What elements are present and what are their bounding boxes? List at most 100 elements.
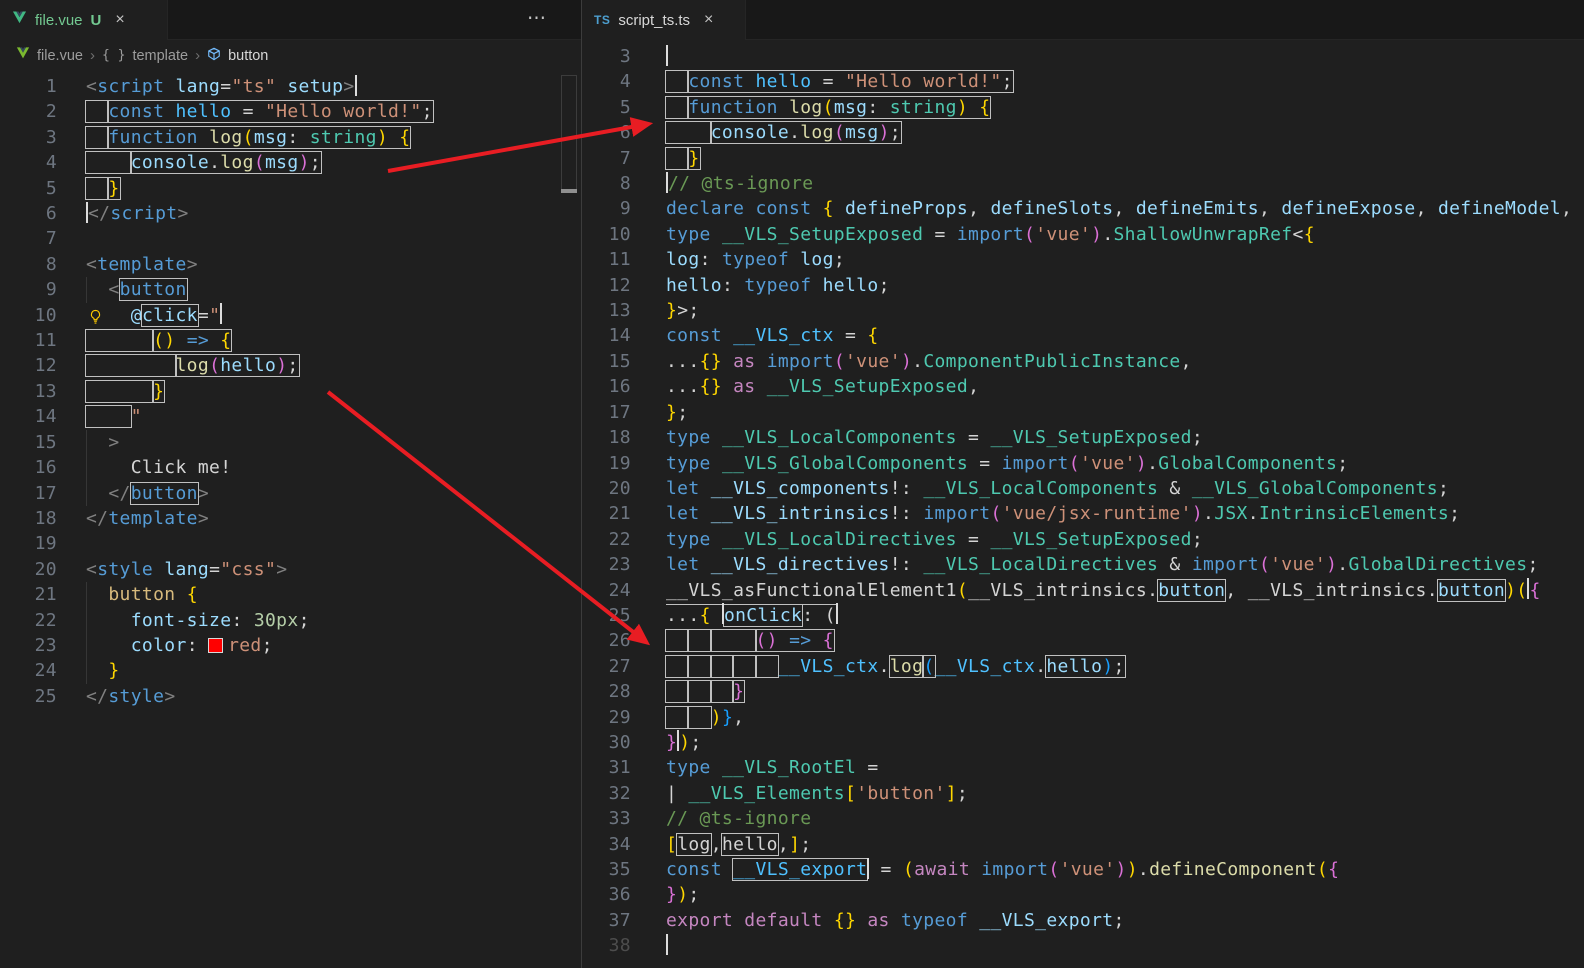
line-number: 14	[608, 325, 631, 347]
mapping-box: function log(msg: string) {	[687, 95, 992, 119]
mapping-box: button	[118, 278, 188, 302]
mapping-box: button	[1157, 578, 1227, 602]
line-number: 3	[619, 46, 631, 67]
mapping-box	[665, 121, 712, 145]
code-line: 25 ...{ onClick: (	[582, 603, 1584, 628]
line-number: 13	[608, 300, 631, 322]
code-content: >	[57, 429, 120, 456]
line-number: 4	[619, 71, 631, 93]
line-number: 6	[619, 122, 631, 144]
code-content: }	[57, 176, 121, 201]
code-content: @click="	[57, 303, 223, 328]
line-number: 11	[608, 249, 631, 271]
code-line: 12 log(hello);	[0, 353, 561, 378]
code-line: 12 hello: typeof hello;	[582, 273, 1584, 298]
mapping-box: (	[922, 654, 936, 678]
mapping-box: () => {	[754, 629, 835, 653]
line-number: 17	[608, 401, 631, 423]
code-line: 14 const __VLS_ctx = {	[582, 323, 1584, 348]
tab-title: script_ts.ts	[618, 11, 691, 29]
tab-script-ts[interactable]: TS script_ts.ts ×	[582, 0, 746, 40]
line-number: 33	[608, 808, 631, 830]
close-icon[interactable]: ×	[704, 11, 713, 29]
code-content: }	[57, 658, 120, 684]
breadcrumb-item-button[interactable]: button	[228, 48, 268, 64]
line-number: 1	[45, 76, 57, 97]
line-number: 19	[608, 452, 631, 474]
line-number: 23	[608, 554, 631, 576]
code-content: }	[631, 146, 701, 171]
code-line: 2 const hello = "Hello world!";	[0, 99, 561, 124]
code-line: 17};	[582, 400, 1584, 425]
mapping-box	[84, 100, 110, 124]
line-number: 7	[45, 228, 57, 250]
code-line: 13}>;	[582, 298, 1584, 323]
code-line: 20 <style lang="css">	[0, 557, 561, 582]
code-line: 1 <script lang="ts" setup>	[0, 74, 561, 99]
cursor	[666, 933, 668, 955]
line-number: 38	[608, 935, 631, 957]
code-line: 33 // @ts-ignore	[582, 806, 1584, 831]
mapping-box: hello);	[1045, 654, 1126, 678]
cursor	[666, 44, 668, 66]
line-number: 4	[45, 152, 57, 174]
chevron-right-icon: ›	[89, 47, 95, 64]
line-number: 37	[608, 909, 631, 931]
overview-ruler-decoration	[561, 75, 577, 193]
line-number: 34	[608, 833, 631, 855]
line-number: 18	[34, 507, 57, 529]
mapping-box	[664, 629, 690, 653]
line-number: 8	[45, 253, 57, 275]
line-number: 9	[619, 198, 631, 220]
code-content: const hello = "Hello world!";	[57, 99, 434, 124]
code-content: };	[666, 401, 689, 423]
code-line: 24 }	[0, 658, 561, 684]
line-number: 17	[34, 482, 57, 504]
line-number: 3	[45, 126, 57, 148]
cursor	[666, 171, 668, 193]
editor-file-vue[interactable]: 1 <script lang="ts" setup> 2 const hello =…	[0, 71, 561, 968]
line-number: 13	[34, 380, 57, 402]
code-content: font-size: 30px;	[57, 607, 310, 633]
line-number: 30	[608, 731, 631, 753]
line-number: 22	[608, 528, 631, 550]
code-line: 21 let __VLS_intrinsics!: import('vue/jsx…	[582, 501, 1584, 526]
breadcrumb-item-template[interactable]: template	[132, 48, 188, 64]
code-content: console.log(msg);	[631, 120, 902, 145]
code-line: 35 const __VLS_export = (await import('vu…	[582, 857, 1584, 882]
more-actions-icon[interactable]: ⋯	[527, 7, 547, 30]
code-content: | __VLS_Elements['button'];	[666, 782, 969, 804]
editor-script-ts[interactable]: 34 const hello = "Hello world!"; 5 functi…	[582, 40, 1584, 968]
code-content: declare const { defineProps, defineSlots…	[666, 198, 1573, 220]
code-content: log: typeof log;	[666, 249, 845, 271]
code-line: 22 font-size: 30px;	[0, 607, 561, 633]
code-line: 3 function log(msg: string) {	[0, 125, 561, 150]
cursor	[1527, 578, 1530, 600]
code-content: const __VLS_export = (await import('vue'…	[666, 857, 1340, 881]
cursor	[835, 603, 838, 625]
code-line: 7	[0, 226, 561, 251]
line-number: 21	[608, 503, 631, 525]
code-content: console.log(msg);	[57, 150, 322, 175]
line-number: 2	[45, 101, 57, 123]
code-line: 29 )},	[582, 705, 1584, 730]
breadcrumb-item-file[interactable]: file.vue	[37, 48, 83, 64]
mapping-box	[687, 629, 712, 653]
line-number: 21	[34, 584, 57, 606]
code-line: 20 let __VLS_components!: __VLS_LocalComp…	[582, 476, 1584, 501]
mapping-box: console.log(msg);	[709, 121, 902, 145]
cursor	[721, 603, 724, 625]
line-number: 6	[45, 203, 57, 225]
code-content: )},	[631, 705, 744, 730]
code-line: 4 console.log(msg);	[0, 150, 561, 175]
line-number: 12	[608, 274, 631, 296]
code-content	[57, 226, 86, 251]
mapping-box	[687, 705, 712, 729]
mapping-box: click	[140, 303, 199, 327]
code-content: }	[57, 379, 166, 404]
tab-file-vue[interactable]: file.vue U ×	[0, 0, 168, 40]
code-line: 24 __VLS_asFunctionalElement1(__VLS_intri…	[582, 578, 1584, 603]
close-icon[interactable]: ×	[115, 11, 124, 29]
code-line: 25 </style>	[0, 684, 561, 709]
typescript-icon: TS	[594, 13, 611, 27]
